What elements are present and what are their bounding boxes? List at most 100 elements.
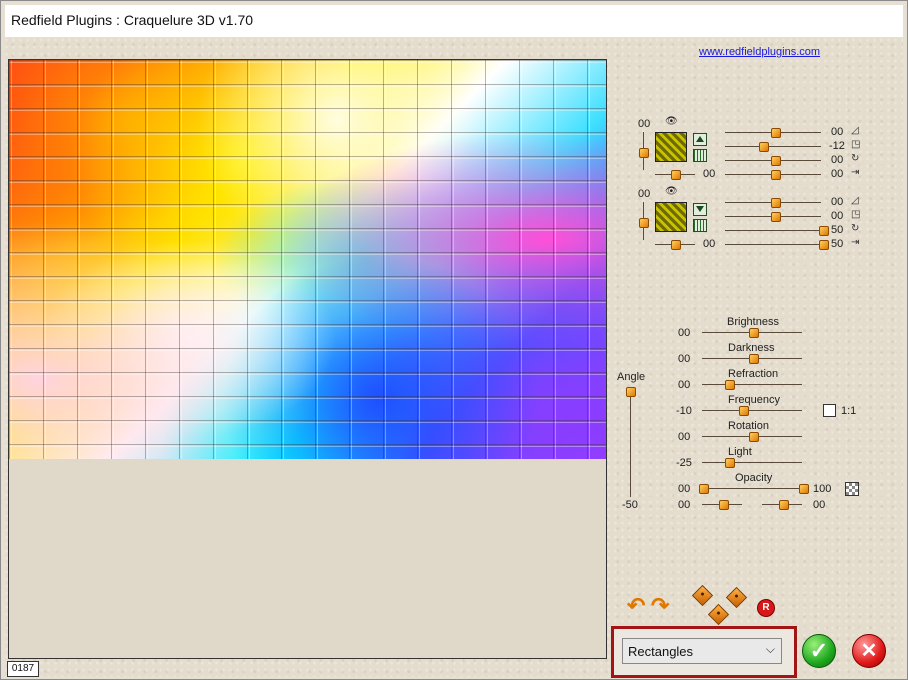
reset-button[interactable]: R <box>757 599 775 617</box>
refraction-value: 00 <box>678 379 691 391</box>
darkness-value: 00 <box>678 353 691 365</box>
layer2-value-4: 50 <box>831 238 844 250</box>
layer2-slider-3[interactable] <box>725 230 821 231</box>
light-slider[interactable] <box>702 462 802 463</box>
cancel-button[interactable]: ✕ <box>852 634 886 668</box>
rotation-knob[interactable] <box>749 432 759 442</box>
bottom-right-value: 00 <box>813 499 826 511</box>
layer2-knob-1[interactable] <box>771 198 781 208</box>
square-corner-icon: ◳ <box>851 209 861 220</box>
bars-icon[interactable] <box>693 219 707 232</box>
pattern-select-value: Rectangles <box>628 644 694 659</box>
darkness-label: Darkness <box>728 342 775 354</box>
arrow-right-icon: ⇥ <box>851 167 860 178</box>
client-area: www.redfieldplugins.com 0187 👁 00 00 ◿ -… <box>5 38 903 678</box>
one-to-one-checkbox[interactable] <box>823 404 836 417</box>
one-to-one-label: 1:1 <box>841 405 857 417</box>
rotation-value: 00 <box>678 431 691 443</box>
opacity-left-value: 00 <box>678 483 691 495</box>
light-knob[interactable] <box>725 458 735 468</box>
dice-icon[interactable] <box>691 584 714 607</box>
opacity-slider[interactable] <box>702 488 802 489</box>
layer1-vertical-knob[interactable] <box>639 148 649 158</box>
preview-image[interactable] <box>9 60 606 459</box>
layer2-value-3: 50 <box>831 224 844 236</box>
rotation-label: Rotation <box>728 420 769 432</box>
brightness-label: Brightness <box>727 316 779 328</box>
emboss-up-icon[interactable] <box>693 133 707 146</box>
bottom-right-knob[interactable] <box>779 500 789 510</box>
layer1-top-value: 00 <box>638 118 651 130</box>
refraction-knob[interactable] <box>725 380 735 390</box>
layer2-knob-4[interactable] <box>819 240 829 250</box>
transparency-checker-icon[interactable] <box>845 482 859 496</box>
layer1-value-3: 00 <box>831 154 844 166</box>
window-title: Redfield Plugins : Craquelure 3D v1.70 <box>11 12 254 28</box>
triangle-ramp-icon: ◿ <box>851 195 859 206</box>
angle-value: -50 <box>622 499 638 511</box>
angle-label: Angle <box>617 371 646 383</box>
brightness-value: 00 <box>678 327 691 339</box>
layer1-bottom-knob[interactable] <box>671 170 681 180</box>
layer2-bottom-knob[interactable] <box>671 240 681 250</box>
darkness-knob[interactable] <box>749 354 759 364</box>
dice-icon[interactable] <box>725 586 748 609</box>
rotate-right-icon[interactable]: ↷ <box>651 595 669 617</box>
status-counter: 0187 <box>7 661 39 677</box>
triangle-ramp-icon: ◿ <box>851 125 859 136</box>
layer2-knob-2[interactable] <box>771 212 781 222</box>
frequency-slider[interactable] <box>702 410 802 411</box>
refraction-label: Refraction <box>728 368 779 380</box>
layer1-value-1: 00 <box>831 126 844 138</box>
title-bar: Redfield Plugins : Craquelure 3D v1.70 <box>5 5 903 37</box>
layer2-texture-thumbnail[interactable] <box>655 202 687 232</box>
layer2-slider-4[interactable] <box>725 244 821 245</box>
opacity-left-knob[interactable] <box>699 484 709 494</box>
opacity-label: Opacity <box>735 472 773 484</box>
frequency-knob[interactable] <box>739 406 749 416</box>
chevron-down-icon[interactable]: ⌵ <box>766 642 775 657</box>
layer1-knob-1[interactable] <box>771 128 781 138</box>
opacity-right-value: 100 <box>813 483 832 495</box>
bottom-left-value: 00 <box>678 499 691 511</box>
dice-icon[interactable] <box>707 603 730 626</box>
layer2-knob-3[interactable] <box>819 226 829 236</box>
rotate-icon: ↻ <box>851 223 860 234</box>
rotate-icon: ↻ <box>851 153 860 164</box>
light-value: -25 <box>676 457 692 469</box>
opacity-right-knob[interactable] <box>799 484 809 494</box>
layer1-slider-2[interactable] <box>725 146 821 147</box>
eye-icon[interactable]: 👁 <box>665 186 678 197</box>
layer1-knob-2[interactable] <box>759 142 769 152</box>
highlight-frame: Rectangles ⌵ <box>611 626 797 678</box>
layer1-knob-4[interactable] <box>771 170 781 180</box>
eye-icon[interactable]: 👁 <box>665 116 678 127</box>
bottom-left-knob[interactable] <box>719 500 729 510</box>
emboss-down-icon[interactable] <box>693 203 707 216</box>
square-corner-icon: ◳ <box>851 139 861 150</box>
plugin-window: Redfield Plugins : Craquelure 3D v1.70 w… <box>0 0 908 680</box>
layer2-top-value: 00 <box>638 188 651 200</box>
angle-slider[interactable] <box>630 387 631 497</box>
website-link[interactable]: www.redfieldplugins.com <box>699 46 820 58</box>
ok-button[interactable]: ✓ <box>802 634 836 668</box>
rotate-left-icon[interactable]: ↶ <box>627 595 645 617</box>
layer2-bottom-value: 00 <box>703 238 716 250</box>
refraction-slider[interactable] <box>702 384 802 385</box>
layer2-value-1: 00 <box>831 196 844 208</box>
craquelure-grid-overlay <box>9 60 606 459</box>
angle-knob[interactable] <box>626 387 636 397</box>
layer1-bottom-value: 00 <box>703 168 716 180</box>
arrow-right-icon: ⇥ <box>851 237 860 248</box>
pattern-select[interactable]: Rectangles ⌵ <box>622 638 782 664</box>
layer2-vertical-knob[interactable] <box>639 218 649 228</box>
layer1-value-2: -12 <box>829 140 845 152</box>
layer1-value-4: 00 <box>831 168 844 180</box>
layer1-texture-thumbnail[interactable] <box>655 132 687 162</box>
preview-panel[interactable] <box>8 59 607 659</box>
layer2-value-2: 00 <box>831 210 844 222</box>
bars-icon[interactable] <box>693 149 707 162</box>
frequency-value: -10 <box>676 405 692 417</box>
brightness-knob[interactable] <box>749 328 759 338</box>
layer1-knob-3[interactable] <box>771 156 781 166</box>
